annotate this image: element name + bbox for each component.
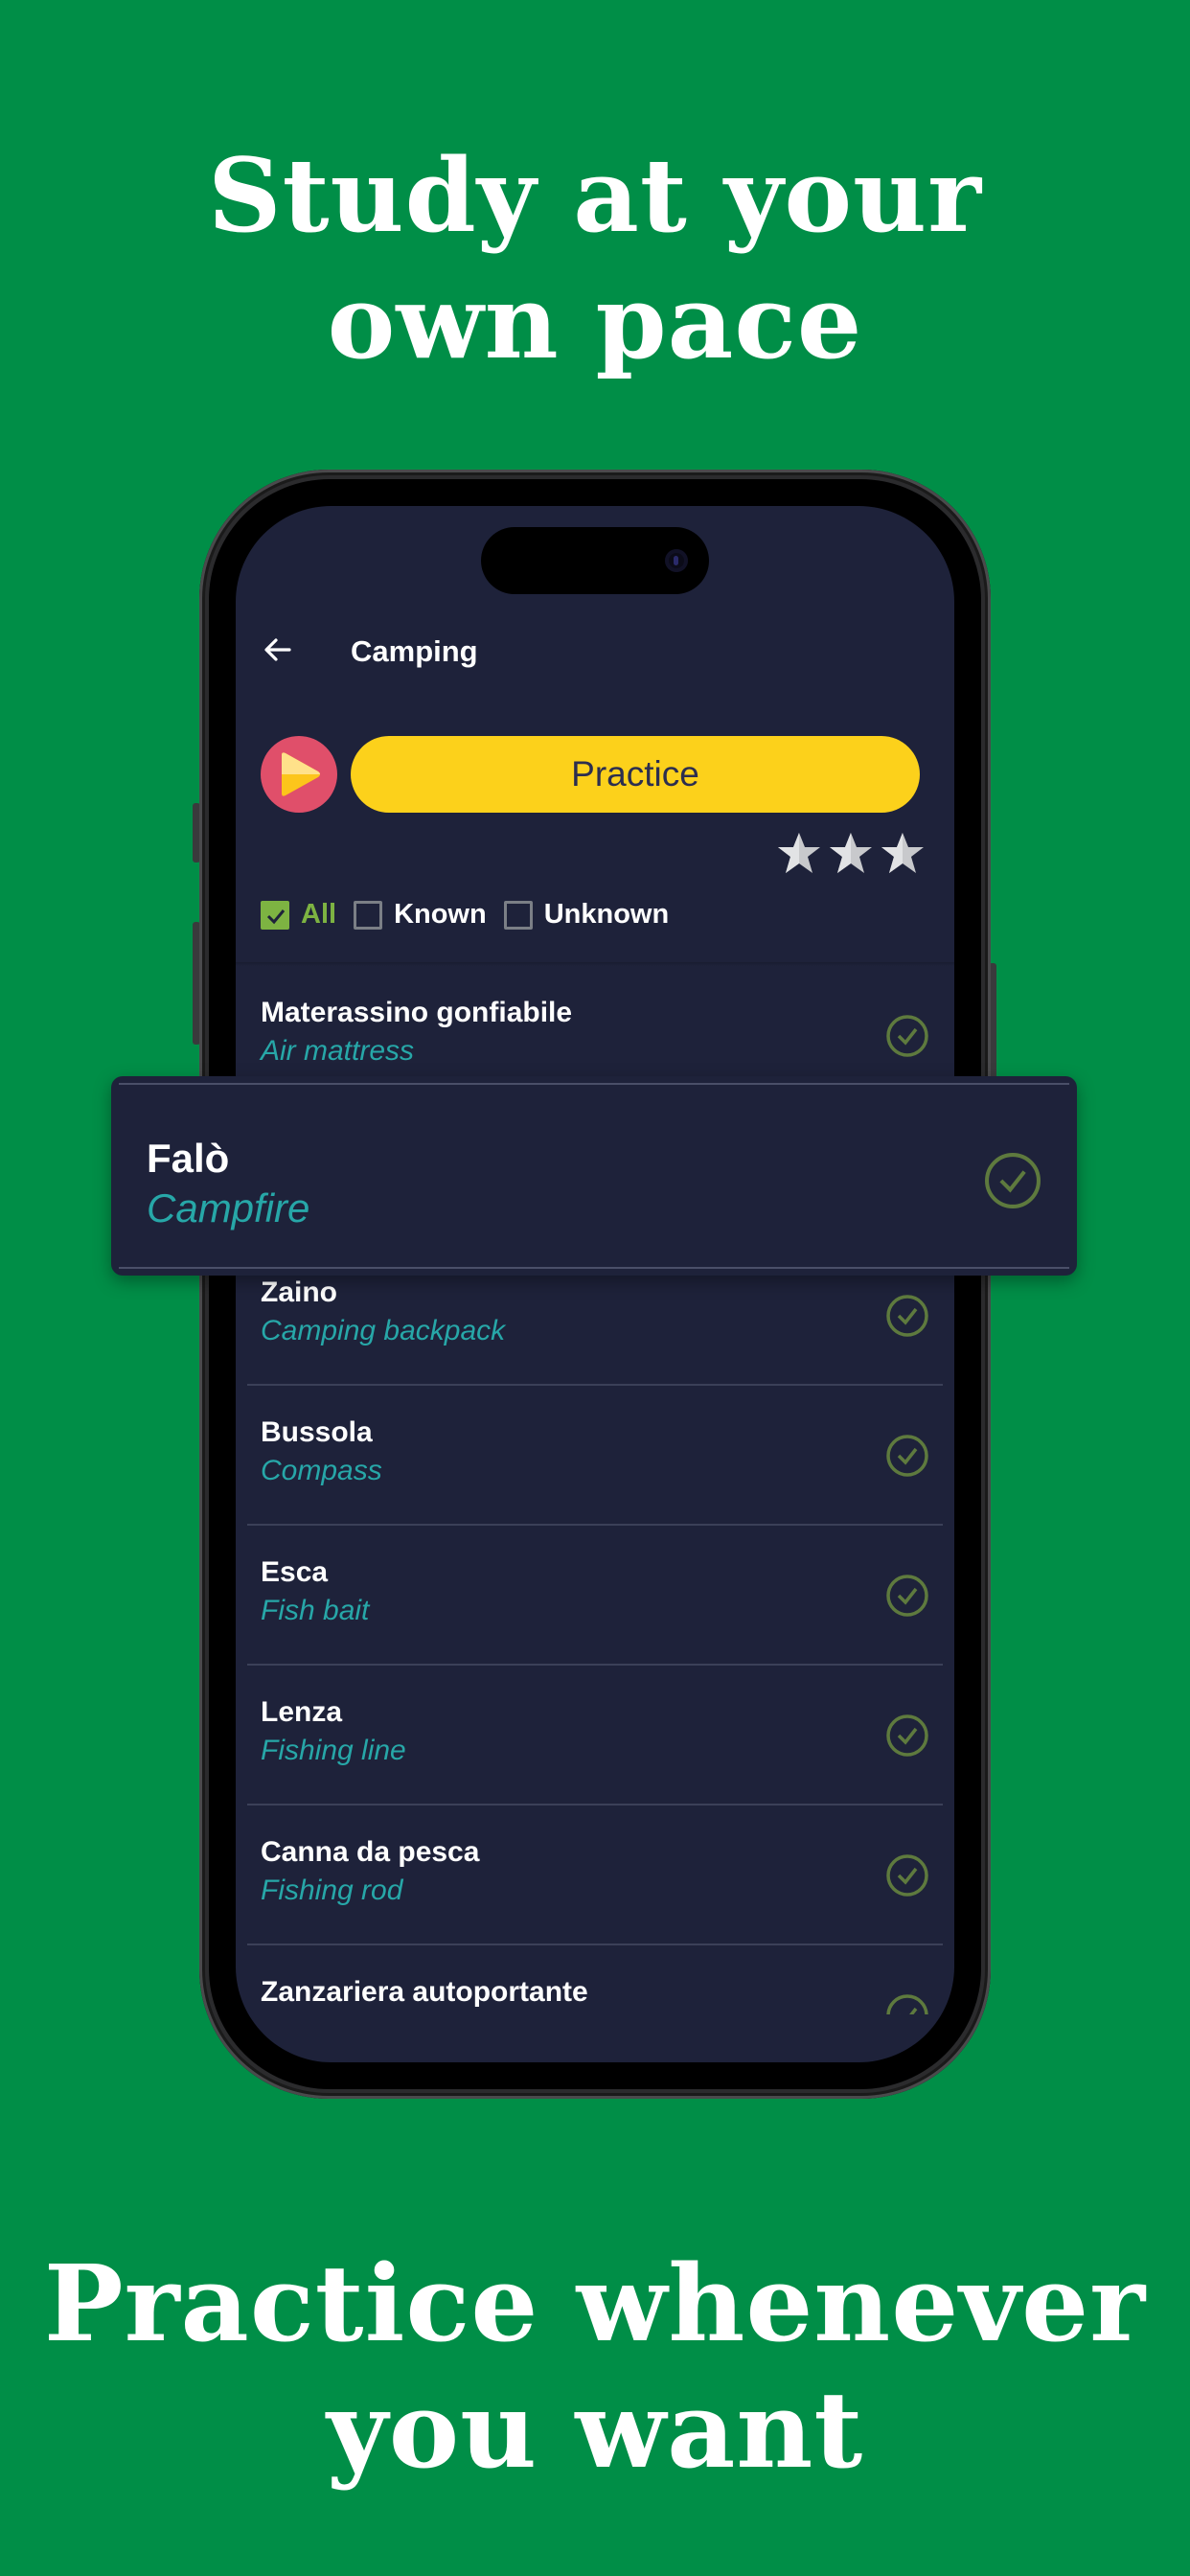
filter-bar: All Known Unknown — [261, 899, 686, 931]
checkmark-icon — [266, 908, 286, 924]
item-translation: Fish bait — [261, 1595, 370, 1626]
check-circle-icon[interactable] — [885, 1714, 929, 1758]
star-rating — [776, 830, 926, 876]
star-icon — [881, 833, 924, 873]
highlighted-word: Falò — [147, 1136, 230, 1181]
check-circle-icon[interactable] — [885, 1294, 929, 1338]
item-word: Lenza — [261, 1696, 343, 1728]
headline-top-line-2: own pace — [327, 262, 863, 381]
headline-top: Study at your own pace — [0, 132, 1190, 385]
app-header: Camping — [236, 621, 954, 678]
item-translation: Air mattress — [261, 1035, 415, 1067]
arrow-left-icon[interactable] — [261, 632, 295, 667]
filter-known[interactable]: Known — [354, 899, 487, 931]
list-item[interactable]: Esca Fish bait — [247, 1526, 943, 1666]
page-title: Camping — [351, 634, 478, 668]
check-circle-icon[interactable] — [885, 1853, 929, 1898]
play-audio-button[interactable] — [261, 736, 337, 813]
item-translation: Fishing rod — [261, 1874, 403, 1906]
camera-icon — [665, 549, 688, 572]
filter-unknown-label: Unknown — [543, 899, 670, 930]
list-item[interactable]: Lenza Fishing line — [247, 1666, 943, 1806]
check-circle-icon[interactable] — [885, 1574, 929, 1618]
filter-unknown[interactable]: Unknown — [503, 899, 670, 931]
phone-screen: Camping Practice All Known Unknown Mater… — [236, 506, 954, 2062]
item-translation: Camping backpack — [261, 1315, 506, 1346]
filter-all[interactable]: All — [261, 899, 336, 931]
headline-bottom: Practice whenever you want — [0, 2241, 1190, 2494]
list-item[interactable]: Zanzariera autoportante — [247, 1945, 943, 2014]
checkbox-known[interactable] — [354, 900, 383, 930]
highlighted-word-card[interactable]: Falò Campfire — [111, 1076, 1077, 1276]
filter-known-label: Known — [394, 899, 487, 930]
item-word: Bussola — [261, 1416, 373, 1448]
check-circle-icon[interactable] — [885, 1014, 929, 1058]
item-word: Zaino — [261, 1276, 337, 1308]
filter-all-label: All — [301, 899, 337, 930]
headline-top-line-1: Study at your — [208, 135, 982, 255]
item-translation: Compass — [261, 1455, 382, 1486]
checkbox-unknown[interactable] — [503, 900, 533, 930]
item-word: Zanzariera autoportante — [261, 1976, 588, 2008]
dynamic-island — [481, 527, 709, 594]
item-word: Materassino gonfiabile — [261, 997, 573, 1028]
play-icon — [282, 752, 320, 796]
item-translation: Fishing line — [261, 1735, 406, 1766]
headline-bottom-line-2: you want — [326, 2368, 864, 2492]
list-item[interactable]: Bussola Compass — [247, 1386, 943, 1526]
star-icon — [778, 833, 820, 873]
check-circle-icon[interactable] — [885, 1434, 929, 1478]
item-word: Esca — [261, 1556, 329, 1588]
practice-button[interactable]: Practice — [351, 736, 920, 813]
star-icon — [830, 833, 872, 873]
check-circle-icon[interactable] — [983, 1151, 1042, 1210]
highlighted-translation: Campfire — [147, 1185, 310, 1230]
headline-bottom-line-1: Practice whenever — [43, 2242, 1147, 2365]
checkbox-all[interactable] — [261, 900, 289, 930]
item-word: Canna da pesca — [261, 1836, 480, 1868]
check-circle-icon[interactable] — [885, 1993, 929, 2014]
list-item[interactable]: Canna da pesca Fishing rod — [247, 1806, 943, 1945]
